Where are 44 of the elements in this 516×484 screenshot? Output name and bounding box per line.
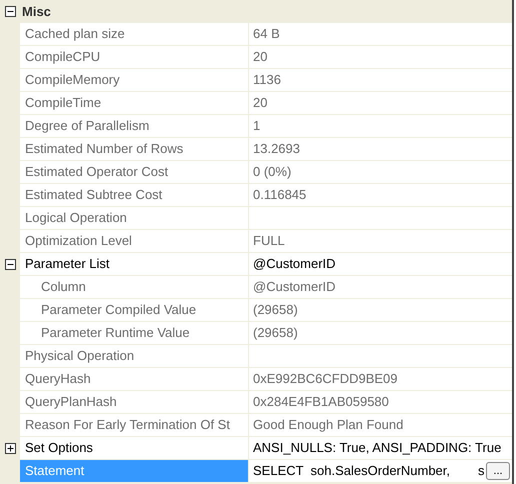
collapse-icon[interactable] bbox=[4, 259, 16, 270]
property-value: 0.116845 bbox=[249, 184, 512, 207]
property-name[interactable]: CompileMemory bbox=[20, 69, 249, 92]
property-value: 0x284E4FB1AB059580 bbox=[249, 391, 512, 414]
property-value: s bbox=[478, 462, 485, 480]
property-value: FULL bbox=[249, 230, 512, 253]
collapse-icon[interactable] bbox=[4, 6, 16, 17]
property-value: 13.2693 bbox=[249, 138, 512, 161]
property-name[interactable]: Estimated Subtree Cost bbox=[20, 184, 249, 207]
property-name[interactable]: Optimization Level bbox=[20, 230, 249, 253]
property-name[interactable]: Reason For Early Termination Of St bbox=[20, 414, 249, 437]
property-value: 64 B bbox=[249, 23, 512, 46]
property-name[interactable]: QueryPlanHash bbox=[20, 391, 249, 414]
category-label: Misc bbox=[21, 2, 51, 21]
property-value: SELECT soh.SalesOrderNumber, bbox=[253, 462, 450, 480]
property-name[interactable]: Physical Operation bbox=[20, 345, 249, 368]
property-name[interactable]: Estimated Number of Rows bbox=[20, 138, 249, 161]
property-name[interactable]: Parameter List bbox=[20, 253, 249, 276]
property-value: 0xE992BC6CFDD9BE09 bbox=[249, 368, 512, 391]
property-value: @CustomerID bbox=[249, 276, 512, 299]
property-value: (29658) bbox=[249, 322, 512, 345]
property-name[interactable]: Parameter Compiled Value bbox=[20, 299, 249, 322]
property-value: 20 bbox=[249, 92, 512, 115]
property-name[interactable]: Cached plan size bbox=[20, 23, 249, 46]
property-value: 0 (0%) bbox=[249, 161, 512, 184]
property-value: @CustomerID bbox=[249, 253, 512, 276]
property-value: 1136 bbox=[249, 69, 512, 92]
property-name[interactable]: CompileCPU bbox=[20, 46, 249, 69]
property-name[interactable]: QueryHash bbox=[20, 368, 249, 391]
property-name[interactable]: Estimated Operator Cost bbox=[20, 161, 249, 184]
property-name[interactable]: Statement bbox=[20, 460, 249, 483]
property-name[interactable]: Set Options bbox=[20, 437, 249, 460]
property-name[interactable]: Logical Operation bbox=[20, 207, 249, 230]
property-value: 1 bbox=[249, 115, 512, 138]
property-name[interactable]: CompileTime bbox=[20, 92, 249, 115]
property-value: (29658) bbox=[249, 299, 512, 322]
property-value: ANSI_NULLS: True, ANSI_PADDING: True bbox=[249, 437, 512, 460]
property-value: 20 bbox=[249, 46, 512, 69]
ellipsis-button[interactable]: ... bbox=[486, 462, 510, 480]
expand-icon[interactable] bbox=[4, 443, 16, 454]
property-name[interactable]: Parameter Runtime Value bbox=[20, 322, 249, 345]
property-name[interactable]: Degree of Parallelism bbox=[20, 115, 249, 138]
property-value: Good Enough Plan Found bbox=[249, 414, 512, 437]
property-name[interactable]: Column bbox=[20, 276, 249, 299]
